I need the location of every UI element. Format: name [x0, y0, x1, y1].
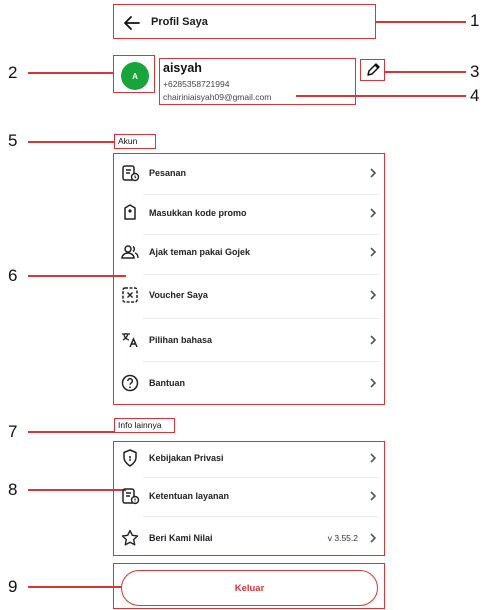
- callout-number-2: 2: [8, 63, 18, 82]
- menu-item-privacy[interactable]: Kebijakan Privasi: [113, 447, 384, 469]
- divider: [143, 194, 379, 195]
- callout-number-9: 9: [8, 577, 18, 596]
- menu-item-voucher[interactable]: Voucher Saya: [113, 284, 384, 306]
- app-version: v 3.55.2: [327, 533, 358, 543]
- chevron-right-icon: [370, 208, 377, 218]
- profile-name: aisyah: [163, 61, 202, 75]
- menu-item-label: Pesanan: [149, 168, 187, 178]
- leader-line-2: [28, 72, 113, 74]
- divider: [143, 477, 379, 478]
- promo-tag-icon: [120, 203, 140, 223]
- divider: [143, 318, 379, 319]
- avatar[interactable]: A: [121, 62, 149, 90]
- chevron-right-icon: [370, 491, 377, 501]
- callout-box-account-list: [113, 153, 385, 405]
- menu-item-terms[interactable]: Ketentuan layanan: [113, 485, 384, 507]
- callout-number-7: 7: [8, 422, 18, 441]
- callout-number-3: 3: [470, 62, 480, 81]
- help-icon: [120, 373, 140, 393]
- leader-line-5: [28, 141, 114, 143]
- leader-line-7: [28, 431, 114, 433]
- invite-friends-icon: [120, 242, 140, 262]
- privacy-shield-icon: [120, 448, 140, 468]
- chevron-right-icon: [370, 335, 377, 345]
- profile-phone: +6285358721994: [163, 79, 230, 89]
- leader-line-8: [28, 489, 126, 491]
- edit-pencil-icon[interactable]: [364, 62, 382, 78]
- divider: [143, 516, 379, 517]
- menu-item-label: Ketentuan layanan: [149, 491, 230, 501]
- back-arrow-icon[interactable]: [122, 14, 142, 32]
- menu-item-label: Beri Kami Nilai: [149, 533, 213, 543]
- section-label-account: Akun: [118, 136, 138, 146]
- menu-item-promo[interactable]: Masukkan kode promo: [113, 202, 384, 224]
- menu-item-rate-us[interactable]: Beri Kami Nilai v 3.55.2: [113, 527, 384, 549]
- chevron-right-icon: [370, 533, 377, 543]
- menu-item-label: Pilihan bahasa: [149, 335, 213, 345]
- menu-item-label: Ajak teman pakai Gojek: [149, 247, 251, 257]
- menu-item-label: Masukkan kode promo: [149, 208, 247, 218]
- star-icon: [120, 528, 140, 548]
- order-list-icon: [120, 163, 140, 183]
- divider: [143, 274, 379, 275]
- chevron-right-icon: [370, 453, 377, 463]
- leader-line-6: [28, 275, 126, 277]
- menu-item-orders[interactable]: Pesanan: [113, 162, 384, 184]
- terms-icon: [120, 486, 140, 506]
- callout-number-1: 1: [470, 11, 480, 30]
- chevron-right-icon: [370, 378, 377, 388]
- divider: [143, 234, 379, 235]
- chevron-right-icon: [370, 168, 377, 178]
- profile-email: chairiniaisyah09@gmail.com: [163, 92, 272, 102]
- menu-item-label: Kebijakan Privasi: [149, 453, 224, 463]
- page-title: Profil Saya: [151, 16, 208, 28]
- divider: [143, 361, 379, 362]
- leader-line-3: [385, 71, 466, 73]
- menu-item-label: Voucher Saya: [149, 290, 208, 300]
- section-label-other: Info lainnya: [118, 420, 162, 430]
- callout-number-4: 4: [470, 86, 480, 105]
- menu-item-label: Bantuan: [149, 378, 185, 388]
- logout-button[interactable]: Keluar: [121, 570, 378, 606]
- menu-item-invite[interactable]: Ajak teman pakai Gojek: [113, 241, 384, 263]
- chevron-right-icon: [370, 290, 377, 300]
- callout-number-8: 8: [8, 480, 18, 499]
- voucher-icon: [120, 285, 140, 305]
- leader-line-9: [28, 586, 124, 588]
- menu-item-language[interactable]: Pilihan bahasa: [113, 329, 384, 351]
- language-icon: [120, 330, 140, 350]
- leader-line-4: [296, 95, 466, 97]
- menu-item-help[interactable]: Bantuan: [113, 372, 384, 394]
- leader-line-1: [376, 21, 466, 23]
- callout-number-5: 5: [8, 131, 18, 150]
- callout-number-6: 6: [8, 266, 18, 285]
- chevron-right-icon: [370, 247, 377, 257]
